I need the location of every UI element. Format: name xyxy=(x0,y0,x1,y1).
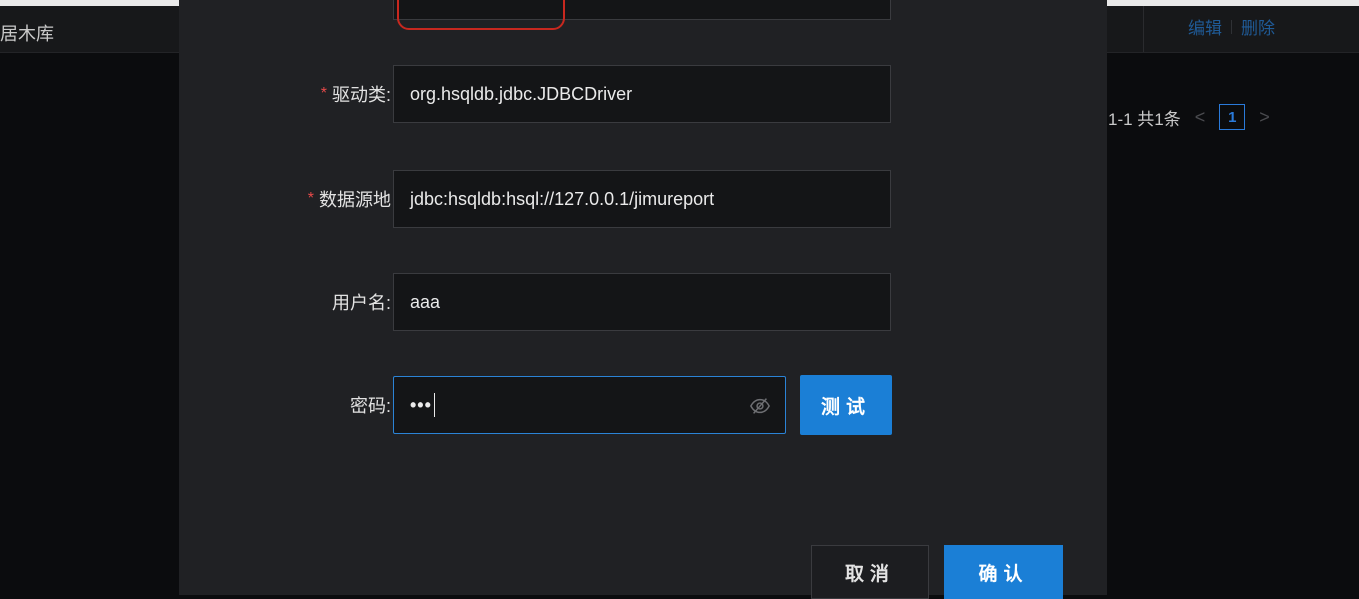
datasource-modal: * 驱动类: org.hsqldb.jdbc.JDBCDriver * 数据源地… xyxy=(179,0,1107,599)
password-label: 密码: xyxy=(349,396,391,416)
edit-link[interactable]: 编辑 xyxy=(1188,14,1222,39)
username-label: 用户名: xyxy=(331,293,391,313)
username-row: 用户名: aaa xyxy=(179,273,1107,331)
datasource-url-label: * 数据源地 xyxy=(307,190,391,210)
action-divider xyxy=(1231,19,1232,34)
pagination-summary: 1-1 共1条 xyxy=(1108,109,1181,129)
pagination: 1-1 共1条 < 1 > xyxy=(1108,104,1270,130)
test-connection-button[interactable]: 测试 xyxy=(800,375,892,435)
text-caret xyxy=(433,393,435,417)
driver-class-row: * 驱动类: org.hsqldb.jdbc.JDBCDriver xyxy=(179,65,1107,123)
datasource-url-row: * 数据源地 jdbc:hsqldb:hsql://127.0.0.1/jimu… xyxy=(179,170,1107,228)
page-1-button[interactable]: 1 xyxy=(1219,104,1246,130)
required-mark: * xyxy=(320,85,327,102)
cancel-button[interactable]: 取消 xyxy=(811,545,929,599)
password-input[interactable]: ••• xyxy=(393,376,786,434)
driver-class-input[interactable]: org.hsqldb.jdbc.JDBCDriver xyxy=(393,65,891,123)
next-page-icon[interactable]: > xyxy=(1259,107,1270,128)
datasource-url-input[interactable]: jdbc:hsqldb:hsql://127.0.0.1/jimureport xyxy=(393,170,891,228)
column-divider xyxy=(1143,6,1144,52)
required-mark: * xyxy=(307,190,314,207)
row-actions: 编辑 删除 xyxy=(1188,14,1275,39)
password-value: ••• xyxy=(410,394,432,415)
row-name: 居木库 xyxy=(0,24,54,44)
driver-class-label: * 驱动类: xyxy=(320,85,391,105)
highlight-annotation xyxy=(397,0,565,30)
password-row: 密码: ••• xyxy=(179,376,1107,434)
username-input[interactable]: aaa xyxy=(393,273,891,331)
confirm-button[interactable]: 确认 xyxy=(944,545,1063,599)
eye-off-icon[interactable] xyxy=(749,395,771,417)
prev-page-icon[interactable]: < xyxy=(1195,107,1206,128)
delete-link[interactable]: 删除 xyxy=(1241,14,1275,39)
